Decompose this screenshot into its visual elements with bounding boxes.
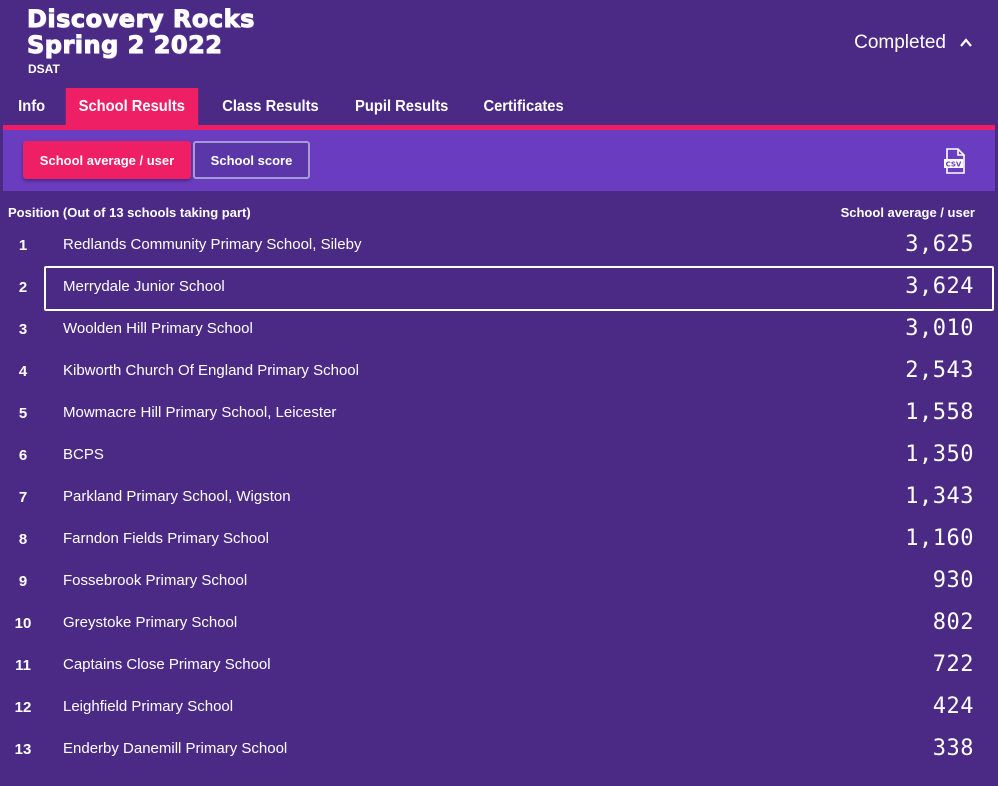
table-row: 1 Redlands Community Primary School, Sil… [0,224,998,266]
quiz-title-line2: Spring 2 2022 [27,31,223,59]
csv-icon-label: CSV [946,161,962,169]
row-position: 6 [18,447,28,464]
row-school-name: Parkland Primary School, Wigston [63,488,291,505]
row-value: 2,543 [905,358,974,383]
table-row: 5 Mowmacre Hill Primary School, Leiceste… [0,392,998,434]
table-row: 3 Woolden Hill Primary School 3,010 [0,308,998,350]
quiz-title-line1: Discovery Rocks [27,5,255,33]
chevron-up-icon [960,38,972,47]
row-school-name: Leighfield Primary School [63,698,234,715]
status-text: Completed [854,32,946,53]
row-value: 338 [932,736,974,761]
row-position: 1 [18,237,28,254]
row-value: 3,624 [905,274,974,299]
position-column-header: Position (Out of 13 schools taking part) [8,205,251,220]
table-row-highlighted: 2 Merrydale Junior School 3,624 [0,266,998,311]
row-position: 8 [18,531,28,548]
quiz-title: Discovery Rocks Spring 2 2022 [27,5,255,59]
tab-pupil-results[interactable]: Pupil Results [342,88,461,126]
table-row: 6 BCPS 1,350 [0,434,998,476]
row-position: 10 [14,615,32,632]
row-school-name: Greystoke Primary School [63,614,238,631]
table-row: 8 Farndon Fields Primary School 1,160 [0,518,998,560]
table-row: 12 Leighfield Primary School 424 [0,686,998,728]
results-toolbar: School average / user School score CSV [3,130,995,191]
row-school-name: Kibworth Church Of England Primary Schoo… [63,362,359,379]
results-tabs: Info School Results Class Results Pupil … [3,88,581,126]
row-school-name: Merrydale Junior School [63,278,225,295]
row-school-name: Captains Close Primary School [63,656,271,673]
table-row: 9 Fossebrook Primary School 930 [0,560,998,602]
row-value: 802 [932,610,974,635]
row-position: 2 [18,279,28,296]
tab-info[interactable]: Info [5,88,58,126]
row-position: 9 [18,573,28,590]
row-value: 1,350 [905,442,974,467]
row-value: 722 [932,652,974,677]
row-position: 4 [18,363,28,380]
row-value: 1,160 [905,526,974,551]
row-value: 1,343 [905,484,974,509]
tab-certificates[interactable]: Certificates [471,88,577,126]
school-score-button[interactable]: School score [193,141,310,179]
table-row: 10 Greystoke Primary School 802 [0,602,998,644]
row-position: 11 [15,657,31,674]
row-school-name: Mowmacre Hill Primary School, Leicester [63,404,337,421]
row-school-name: Redlands Community Primary School, Sileb… [63,236,362,253]
school-results-table: 1 Redlands Community Primary School, Sil… [0,224,998,770]
row-value: 930 [932,568,974,593]
status-toggle[interactable]: Completed [854,32,974,54]
row-value: 3,010 [905,316,974,341]
row-school-name: Farndon Fields Primary School [63,530,269,547]
row-school-name: Enderby Danemill Primary School [63,740,288,757]
row-value: 424 [932,694,974,719]
tab-school-results[interactable]: School Results [66,88,199,126]
table-row: 7 Parkland Primary School, Wigston 1,343 [0,476,998,518]
row-school-name: Fossebrook Primary School [63,572,248,589]
tab-class-results[interactable]: Class Results [209,88,331,126]
table-row: 13 Enderby Danemill Primary School 338 [0,728,998,770]
table-row: 11 Captains Close Primary School 722 [0,644,998,686]
row-value: 1,558 [905,400,974,425]
row-school-name: Woolden Hill Primary School [63,320,253,337]
row-position: 3 [18,321,28,338]
row-position: 13 [14,741,32,758]
quiz-header: Discovery Rocks Spring 2 2022 DSAT Compl… [0,0,998,88]
row-position: 12 [14,699,32,716]
row-position: 7 [18,489,28,506]
row-school-name: BCPS [63,446,104,463]
table-row: 4 Kibworth Church Of England Primary Sch… [0,350,998,392]
csv-file-icon[interactable]: CSV [943,148,967,174]
row-position: 5 [18,405,28,422]
organisation-label: DSAT [28,62,60,76]
value-column-header: School average / user [840,205,975,220]
school-average-button[interactable]: School average / user [23,141,191,179]
row-value: 3,625 [905,232,974,257]
